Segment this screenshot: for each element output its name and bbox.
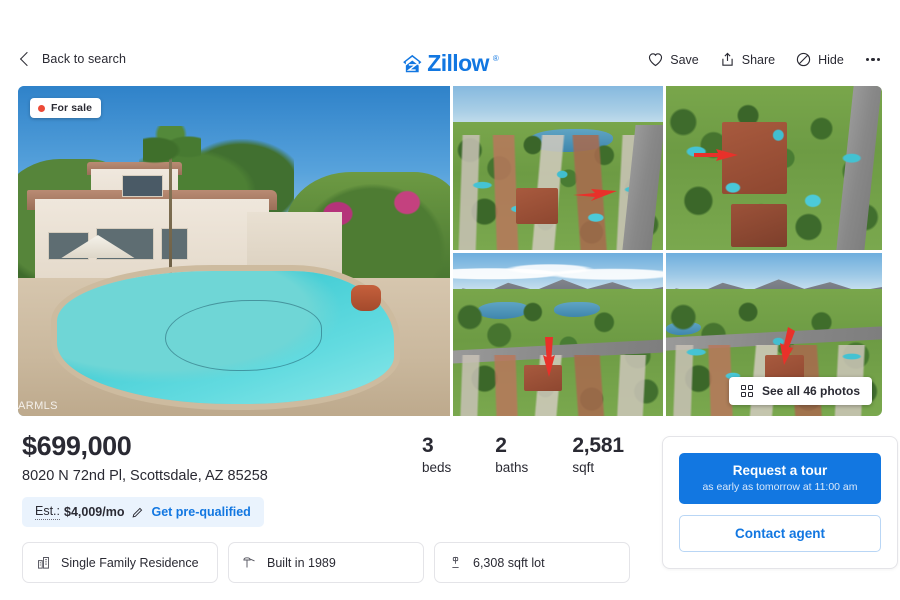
- aerial-photo-image: [453, 253, 663, 416]
- grid-cell: [747, 385, 753, 390]
- photo-backyard-pools: [666, 86, 882, 250]
- more-dot: [871, 57, 875, 62]
- more-horizontal-icon[interactable]: [864, 54, 882, 65]
- listing-price: $699,000: [22, 431, 132, 461]
- zillow-logo[interactable]: Zillow ®: [401, 50, 499, 76]
- home-type-label: Single Family Residence: [61, 555, 199, 570]
- feature-chip-home-type: Single Family Residence: [22, 542, 218, 583]
- hero-photo-image: [18, 86, 450, 416]
- grid-cell: [747, 392, 753, 397]
- baths-label: baths: [495, 460, 529, 476]
- status-badge-label: For sale: [51, 102, 93, 114]
- gallery-photo-2[interactable]: [453, 86, 663, 250]
- status-badge: For sale: [30, 98, 102, 118]
- fact-baths: 2 baths: [495, 433, 528, 477]
- request-a-tour-title: Request a tour: [732, 463, 828, 478]
- photo-subject-property: [516, 187, 558, 224]
- feature-chip-lot-size: 6,308 sqft lot: [434, 542, 630, 583]
- hide-label: Hide: [818, 52, 844, 67]
- photo-clouds: [453, 259, 663, 283]
- listing-address: 8020 N 72nd Pl, Scottsdale, AZ 85258: [22, 468, 268, 484]
- listing-summary: $699,000 8020 N 72nd Pl, Scottsdale, AZ …: [18, 425, 898, 600]
- fact-beds: 3 beds: [422, 433, 451, 477]
- property-feature-chips: Single Family Residence Built in 1989 6,…: [22, 542, 630, 583]
- monthly-estimate-chip[interactable]: Est.: $4,009/mo Get pre-qualified: [22, 497, 264, 527]
- photo-swimming-pool: [56, 271, 394, 404]
- grid-2x2-icon: [740, 385, 753, 397]
- save-label: Save: [670, 52, 699, 67]
- see-all-photos-button[interactable]: See all 46 photos: [728, 377, 872, 405]
- year-built-label: Built in 1989: [267, 555, 336, 570]
- sqft-value: 2,581: [572, 434, 624, 457]
- hammer-icon: [243, 557, 255, 568]
- feature-chip-year-built: Built in 1989: [228, 542, 424, 583]
- property-pointer-arrow-icon: [692, 148, 738, 162]
- get-pre-qualified-link[interactable]: Get pre-qualified: [151, 505, 250, 519]
- home-type-icon: [38, 557, 49, 569]
- share-label: Share: [741, 52, 776, 67]
- request-a-tour-button[interactable]: Request a tour as early as tomorrow at 1…: [679, 453, 881, 505]
- gallery-photo-hero[interactable]: For sale ARMLS: [18, 86, 450, 416]
- zillow-listing-page: Back to search Zillow ® Save Share Hide …: [0, 0, 900, 600]
- contact-agent-button[interactable]: Contact agent: [679, 515, 881, 553]
- beds-value: 3: [422, 434, 434, 457]
- aerial-photo-image: [453, 86, 663, 250]
- status-dot-icon: [38, 104, 45, 112]
- agent-cta-card: Request a tour as early as tomorrow at 1…: [662, 436, 898, 570]
- fact-sqft: 2,581 sqft: [572, 433, 624, 477]
- back-to-search-button[interactable]: Back to search: [19, 51, 127, 67]
- pencil-icon[interactable]: [131, 506, 144, 519]
- zillow-house-icon: [403, 54, 422, 72]
- gallery-photo-5[interactable]: See all 46 photos: [666, 253, 882, 416]
- hide-button[interactable]: Hide: [795, 51, 844, 68]
- heart-icon: [649, 53, 663, 67]
- hide-slash-circle-icon: [796, 52, 811, 67]
- site-header: Back to search Zillow ® Save Share Hide: [0, 0, 900, 86]
- gallery-photo-3[interactable]: [666, 86, 882, 250]
- mls-watermark: ARMLS: [18, 400, 58, 412]
- request-a-tour-subtitle: as early as tomorrow at 11:00 am: [702, 481, 858, 494]
- more-dot: [876, 57, 880, 62]
- registered-trademark-symbol: ®: [492, 54, 499, 63]
- estimate-amount: $4,009/mo: [64, 505, 125, 519]
- grid-cell: [740, 392, 746, 397]
- zillow-wordmark: Zillow: [427, 50, 489, 76]
- share-upload-icon: [722, 52, 733, 66]
- gallery-photo-4[interactable]: [453, 253, 663, 416]
- estimate-label: Est.:: [35, 504, 61, 520]
- photo-palm-tree: [143, 126, 202, 275]
- back-to-search-label: Back to search: [42, 52, 127, 66]
- photo-window: [160, 228, 189, 261]
- more-dot: [865, 57, 870, 62]
- property-pointer-arrow-icon: [571, 188, 617, 202]
- header-actions: Save Share Hide: [647, 51, 882, 68]
- photo-gallery: For sale ARMLS See all 46 photos: [18, 86, 882, 416]
- sqft-label: sqft: [572, 460, 595, 476]
- satellite-photo-image: [666, 86, 882, 250]
- property-pointer-arrow-icon: [778, 325, 796, 366]
- beds-label: beds: [422, 460, 452, 476]
- listing-facts: 3 beds 2 baths 2,581 sqft: [422, 433, 624, 477]
- share-button[interactable]: Share: [719, 51, 775, 68]
- save-button[interactable]: Save: [647, 51, 699, 68]
- property-pointer-arrow-icon: [541, 335, 557, 377]
- lot-pin-icon: [452, 556, 459, 568]
- chevron-left-icon: [19, 51, 35, 67]
- photo-arched-window: [121, 175, 163, 198]
- lot-size-label: 6,308 sqft lot: [473, 555, 545, 570]
- photo-terracotta-pots: [350, 284, 381, 312]
- see-all-photos-label: See all 46 photos: [761, 384, 860, 398]
- baths-value: 2: [495, 434, 507, 457]
- grid-cell: [740, 385, 746, 390]
